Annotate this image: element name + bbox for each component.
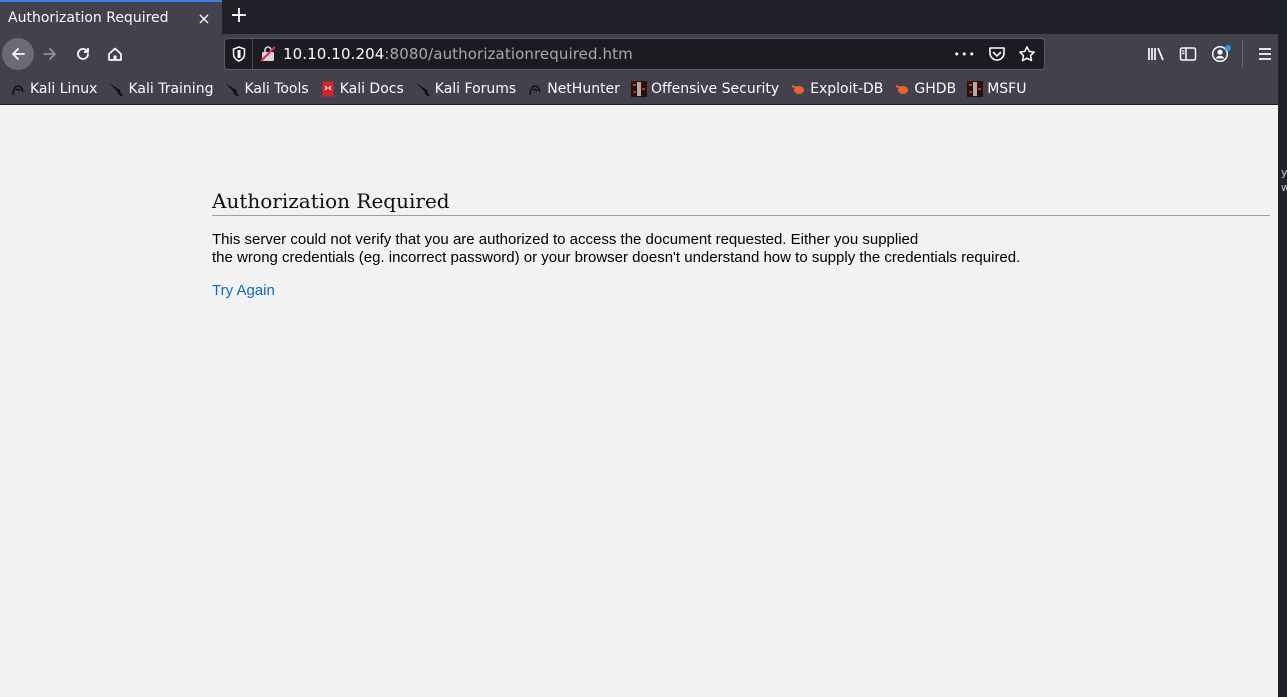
url-actions: ••• [954,39,1036,69]
toolbar-separator [1242,40,1243,68]
hamburger-menu-icon [1259,48,1271,60]
bookmarks-toolbar: Kali Linux Kali Training Kali Tools Kali Do… [0,74,1278,105]
url-host: 10.10.10.204 [283,45,385,63]
offsec-icon [630,81,647,97]
tracking-protection-shield-icon[interactable] [225,39,253,69]
bookmark-item[interactable]: Kali Linux [10,77,97,101]
bookmark-item[interactable]: Offensive Security [630,77,780,101]
bookmark-item[interactable]: Exploit-DB [790,77,883,101]
bookmark-label: Exploit-DB [810,81,884,97]
library-icon [1148,47,1164,61]
bookmark-label: Kali Training [128,81,214,97]
pocket-icon[interactable] [988,46,1006,62]
app-menu-button[interactable] [1249,38,1281,70]
account-button[interactable] [1204,38,1236,70]
browser-window: Authorization Required × + 10.10.10.204:… [0,0,1278,697]
exploitdb-icon [790,81,806,97]
library-button[interactable] [1140,38,1172,70]
kali-knife-icon [415,81,431,97]
error-content: Authorization Required This server could… [212,188,1270,299]
bookmark-label: Offensive Security [650,81,780,97]
back-button[interactable] [2,38,34,70]
home-button[interactable] [99,38,131,70]
reload-icon [77,48,89,60]
tab-bar: Authorization Required × + [0,0,1278,34]
arrow-left-icon [12,48,25,60]
kali-dragon-icon [10,81,26,97]
bookmark-star-icon[interactable] [1018,45,1036,63]
bookmark-label: Kali Linux [30,81,98,97]
kali-knife-icon [108,81,124,97]
try-again-link[interactable]: Try Again [212,282,275,299]
insecure-connection-icon[interactable] [253,46,283,62]
bookmark-item[interactable]: GHDB [894,77,956,101]
url-text[interactable]: 10.10.10.204:8080/authorizationrequired.… [283,45,633,63]
bookmark-item[interactable]: Kali Forums [415,77,516,101]
reload-button[interactable] [67,38,99,70]
notification-dot [1225,45,1231,51]
tab-title: Authorization Required [8,10,169,26]
arrow-right-icon [43,48,56,60]
bookmark-item[interactable]: Kali Tools [224,77,309,101]
error-message-line-1: This server could not verify that you ar… [212,231,919,248]
forward-button[interactable] [34,38,66,70]
address-bar[interactable]: 10.10.10.204:8080/authorizationrequired.… [224,38,1045,70]
adjacent-window-char: y [1281,166,1287,179]
kali-docs-icon [320,81,336,97]
exploitdb-icon [894,81,910,97]
url-path: :8080/authorizationrequired.htm [384,45,633,63]
bookmark-label: NetHunter [547,81,620,97]
close-tab-icon[interactable]: × [196,9,212,28]
page-actions-menu-icon[interactable]: ••• [954,48,976,61]
home-icon [108,47,122,61]
toolbar-right [1140,38,1281,70]
bookmark-label: Kali Docs [339,81,404,97]
page-heading: Authorization Required [212,188,1270,216]
kali-dragon-icon [527,81,543,97]
tab-active[interactable]: Authorization Required × [0,0,222,34]
bookmark-item[interactable]: Kali Training [108,77,213,101]
error-message: This server could not verify that you ar… [212,231,1270,267]
navigation-toolbar: 10.10.10.204:8080/authorizationrequired.… [0,34,1278,74]
kali-knife-icon [224,81,240,97]
sidebar-button[interactable] [1172,38,1204,70]
bookmark-item[interactable]: Kali Docs [320,77,404,101]
offsec-icon [967,81,984,97]
new-tab-button[interactable]: + [228,5,250,28]
bookmark-label: GHDB [914,81,957,97]
adjacent-window-edge: y w [1278,0,1287,697]
sidebar-icon [1179,47,1197,61]
bookmark-label: Kali Tools [244,81,309,97]
bookmark-item[interactable]: MSFU [967,77,1026,101]
error-message-line-2: the wrong credentials (eg. incorrect pas… [212,249,1021,266]
adjacent-window-char: w [1281,181,1287,194]
bookmark-label: Kali Forums [434,81,517,97]
bookmark-label: MSFU [987,81,1027,97]
page-content: Authorization Required This server could… [0,106,1278,697]
bookmark-item[interactable]: NetHunter [527,77,620,101]
